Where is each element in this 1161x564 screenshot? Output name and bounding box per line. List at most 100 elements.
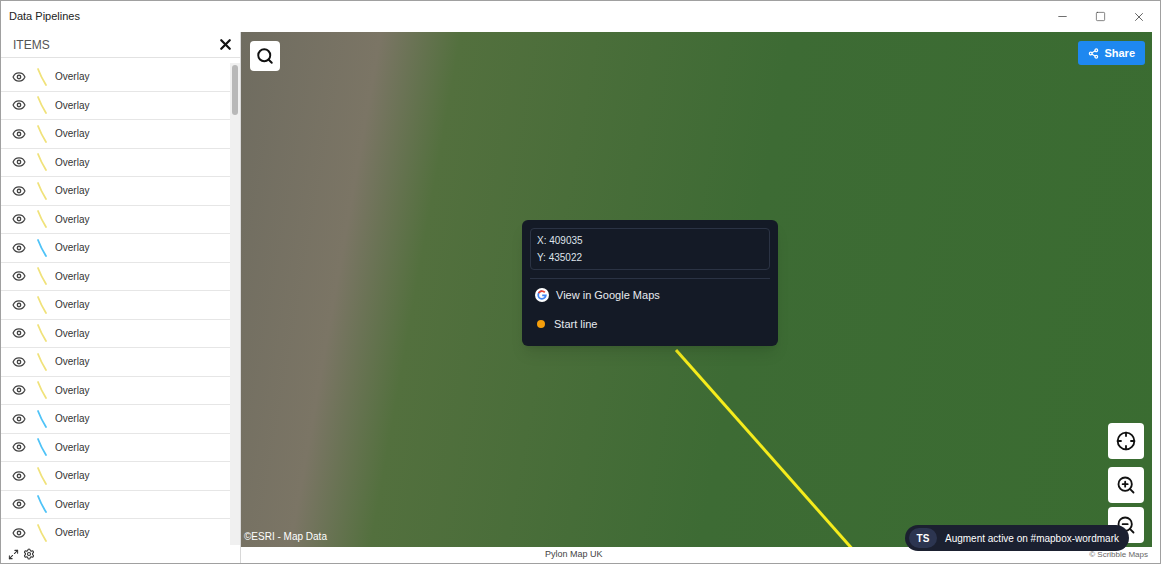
sidebar-item[interactable]: Overlay	[1, 92, 230, 121]
minimize-icon[interactable]	[1056, 10, 1069, 23]
sidebar-item[interactable]: Overlay	[1, 263, 230, 292]
sidebar-item[interactable]: Overlay	[1, 462, 230, 491]
map-column: Share X: 409035 Y: 435022 View in Google Ma…	[241, 32, 1160, 563]
sidebar-item[interactable]: Overlay	[1, 234, 230, 263]
google-icon	[535, 288, 549, 302]
close-sidebar-icon[interactable]	[217, 36, 234, 53]
coordinate-box: X: 409035 Y: 435022	[530, 228, 770, 270]
overlay-line-icon	[32, 494, 52, 514]
sidebar: ITEMSOverlayOverlayOverlayOverlayOverlay…	[1, 32, 241, 563]
eye-icon[interactable]	[12, 70, 26, 84]
item-label: Overlay	[55, 269, 89, 284]
overlay-line-icon	[32, 323, 52, 343]
sidebar-item[interactable]: Overlay	[1, 206, 230, 235]
gear-icon[interactable]	[23, 548, 35, 560]
title-bar: Data Pipelines	[1, 1, 1160, 32]
eye-icon[interactable]	[12, 155, 26, 169]
overlay-line-icon	[32, 67, 52, 87]
sidebar-item[interactable]: Overlay	[1, 491, 230, 520]
window-controls	[1056, 10, 1146, 24]
overlay-line-icon	[32, 209, 52, 229]
share-icon	[1088, 48, 1099, 59]
sidebar-item[interactable]: Overlay	[1, 519, 230, 545]
search-button[interactable]	[250, 41, 280, 71]
eye-icon[interactable]	[12, 526, 26, 540]
item-label: Overlay	[55, 297, 89, 312]
overlay-line-icon	[32, 124, 52, 144]
popup-action[interactable]: View in Google Maps	[530, 287, 770, 304]
zoom-in-icon	[1116, 475, 1136, 495]
eye-icon[interactable]	[12, 184, 26, 198]
sidebar-item[interactable]: Overlay	[1, 63, 230, 92]
scrollbar[interactable]	[230, 63, 240, 545]
zoom-in-button[interactable]	[1108, 467, 1144, 503]
overlay-line-icon	[32, 523, 52, 543]
window-title: Data Pipelines	[9, 8, 80, 25]
share-label: Share	[1104, 45, 1135, 62]
item-label: Overlay	[55, 497, 89, 512]
item-label: Overlay	[55, 354, 89, 369]
close-icon[interactable]	[1132, 10, 1146, 24]
sidebar-item[interactable]: Overlay	[1, 348, 230, 377]
item-list-wrap: OverlayOverlayOverlayOverlayOverlayOverl…	[1, 58, 240, 545]
sidebar-item[interactable]: Overlay	[1, 434, 230, 463]
eye-icon[interactable]	[12, 469, 26, 483]
sidebar-item[interactable]: Overlay	[1, 149, 230, 178]
action-label: Start line	[554, 316, 597, 333]
coordinate-popup: X: 409035 Y: 435022 View in Google Maps Sta…	[522, 220, 778, 346]
item-label: Overlay	[55, 155, 89, 170]
popup-divider	[530, 278, 770, 279]
overlay-line-icon	[32, 380, 52, 400]
sidebar-item[interactable]: Overlay	[1, 177, 230, 206]
sidebar-title: ITEMS	[13, 36, 50, 54]
item-label: Overlay	[55, 326, 89, 341]
overlay-line-icon	[32, 352, 52, 372]
item-label: Overlay	[55, 69, 89, 84]
eye-icon[interactable]	[12, 412, 26, 426]
locate-button[interactable]	[1108, 423, 1144, 459]
overlay-line-icon	[32, 95, 52, 115]
map[interactable]: Share X: 409035 Y: 435022 View in Google Ma…	[241, 32, 1152, 547]
item-label: Overlay	[55, 440, 89, 455]
augment-badge: TSAugment active on #mapbox-wordmark	[905, 525, 1129, 551]
share-button[interactable]: Share	[1078, 41, 1145, 65]
overlay-line-icon	[32, 152, 52, 172]
eye-icon[interactable]	[12, 497, 26, 511]
sidebar-item[interactable]: Overlay	[1, 405, 230, 434]
eye-icon[interactable]	[12, 98, 26, 112]
overlay-line-icon	[32, 266, 52, 286]
item-list: OverlayOverlayOverlayOverlayOverlayOverl…	[1, 63, 230, 545]
sidebar-item[interactable]: Overlay	[1, 291, 230, 320]
eye-icon[interactable]	[12, 269, 26, 283]
window-body: ITEMSOverlayOverlayOverlayOverlayOverlay…	[1, 32, 1160, 563]
sidebar-item[interactable]: Overlay	[1, 320, 230, 349]
locate-icon	[1116, 431, 1136, 451]
eye-icon[interactable]	[12, 127, 26, 141]
eye-icon[interactable]	[12, 355, 26, 369]
maximize-icon[interactable]	[1095, 11, 1106, 22]
eye-icon[interactable]	[12, 298, 26, 312]
item-label: Overlay	[55, 240, 89, 255]
x-coordinate: X: 409035	[537, 233, 763, 248]
eye-icon[interactable]	[12, 383, 26, 397]
eye-icon[interactable]	[12, 241, 26, 255]
overlay-line-icon	[32, 466, 52, 486]
item-label: Overlay	[55, 98, 89, 113]
eye-icon[interactable]	[12, 212, 26, 226]
eye-icon[interactable]	[12, 326, 26, 340]
overlay-line-icon	[32, 409, 52, 429]
overlay-line-icon	[32, 181, 52, 201]
action-label: View in Google Maps	[556, 287, 660, 304]
overlay-line-icon	[32, 238, 52, 258]
sidebar-footer	[1, 545, 240, 563]
badge-initials: TS	[909, 528, 937, 548]
expand-icon[interactable]	[8, 549, 19, 560]
popup-action[interactable]: Start line	[530, 316, 770, 333]
item-label: Overlay	[55, 411, 89, 426]
eye-icon[interactable]	[12, 440, 26, 454]
y-coordinate: Y: 435022	[537, 250, 763, 265]
scrollbar-thumb[interactable]	[232, 65, 238, 115]
sidebar-item[interactable]: Overlay	[1, 120, 230, 149]
sidebar-header: ITEMS	[1, 32, 240, 58]
sidebar-item[interactable]: Overlay	[1, 377, 230, 406]
